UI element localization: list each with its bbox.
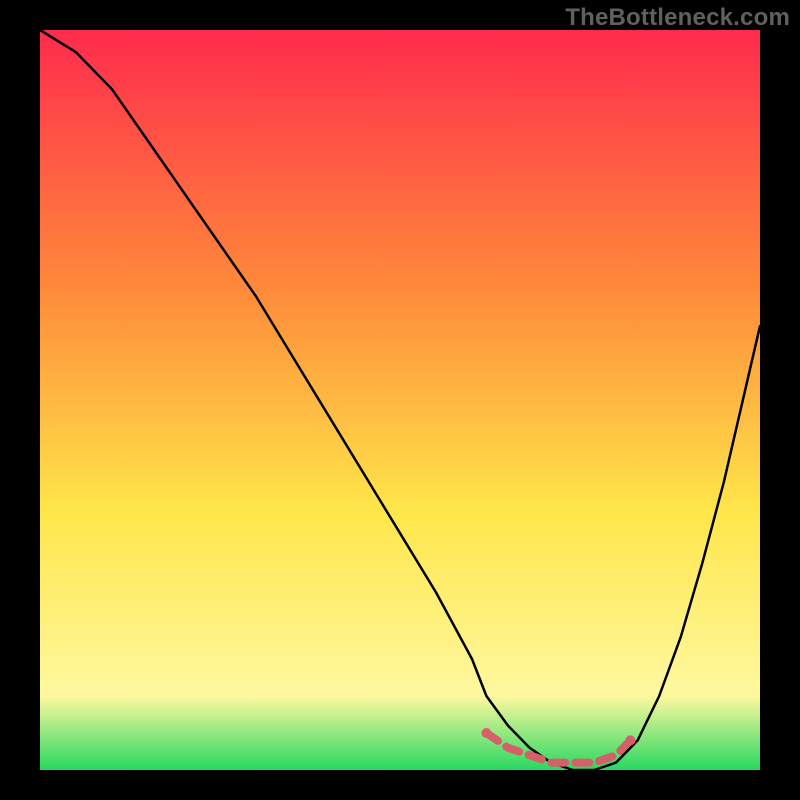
chart-frame: TheBottleneck.com [0, 0, 800, 800]
sweet-spot-dot [625, 735, 635, 745]
bottleneck-plot [0, 0, 800, 800]
sweet-spot-dot [481, 728, 491, 738]
